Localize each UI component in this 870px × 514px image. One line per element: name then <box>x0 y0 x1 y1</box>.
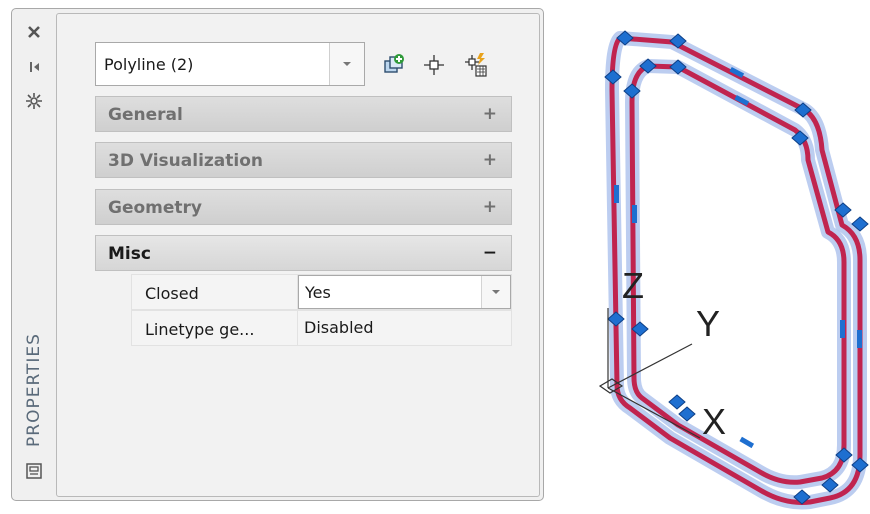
close-icon[interactable] <box>23 21 45 43</box>
property-name: Closed <box>132 275 298 309</box>
chevron-down-icon[interactable] <box>481 276 510 308</box>
ucs-z-label: Z <box>622 265 644 306</box>
property-value[interactable]: Disabled <box>298 311 511 345</box>
properties-menu-icon[interactable] <box>23 90 45 112</box>
drawing-area: Z Y X <box>598 30 869 510</box>
expand-icon[interactable]: + <box>483 197 497 217</box>
expand-icon[interactable]: + <box>483 150 497 170</box>
property-row-closed[interactable]: Closed Yes <box>131 274 512 310</box>
property-row-linetype-generation[interactable]: Linetype ge... Disabled <box>131 310 512 346</box>
ucs-y-label: Y <box>696 303 720 344</box>
section-3d-visualization[interactable]: 3D Visualization + <box>95 142 512 178</box>
palette-title-strip: PROPERTIES <box>12 9 56 500</box>
object-type-selector[interactable]: Polyline (2) <box>95 42 365 86</box>
quick-select-icon[interactable] <box>463 52 489 78</box>
outer-polyline[interactable] <box>605 31 867 510</box>
object-type-value: Polyline (2) <box>104 55 194 74</box>
closed-value-select[interactable]: Yes <box>298 275 511 309</box>
expand-icon[interactable]: + <box>483 104 497 124</box>
toggle-pickadd-icon[interactable] <box>381 52 407 78</box>
palette-settings-icon[interactable] <box>23 460 45 482</box>
property-name: Linetype ge... <box>132 311 298 345</box>
select-objects-icon[interactable] <box>421 52 447 78</box>
dash-segments <box>614 66 862 449</box>
ucs-x-label: X <box>702 401 726 442</box>
collapse-icon[interactable]: − <box>483 243 497 263</box>
section-geometry[interactable]: Geometry + <box>95 189 512 225</box>
auto-hide-icon[interactable] <box>23 56 45 78</box>
properties-content: Polyline (2) General + 3D Visualization … <box>56 13 540 497</box>
chevron-down-icon[interactable] <box>329 43 364 85</box>
section-general[interactable]: General + <box>95 96 512 132</box>
properties-palette: PROPERTIES Polyline (2) General + 3D Vis… <box>11 8 544 501</box>
palette-title: PROPERTIES <box>24 333 44 447</box>
section-misc[interactable]: Misc − <box>95 235 512 271</box>
